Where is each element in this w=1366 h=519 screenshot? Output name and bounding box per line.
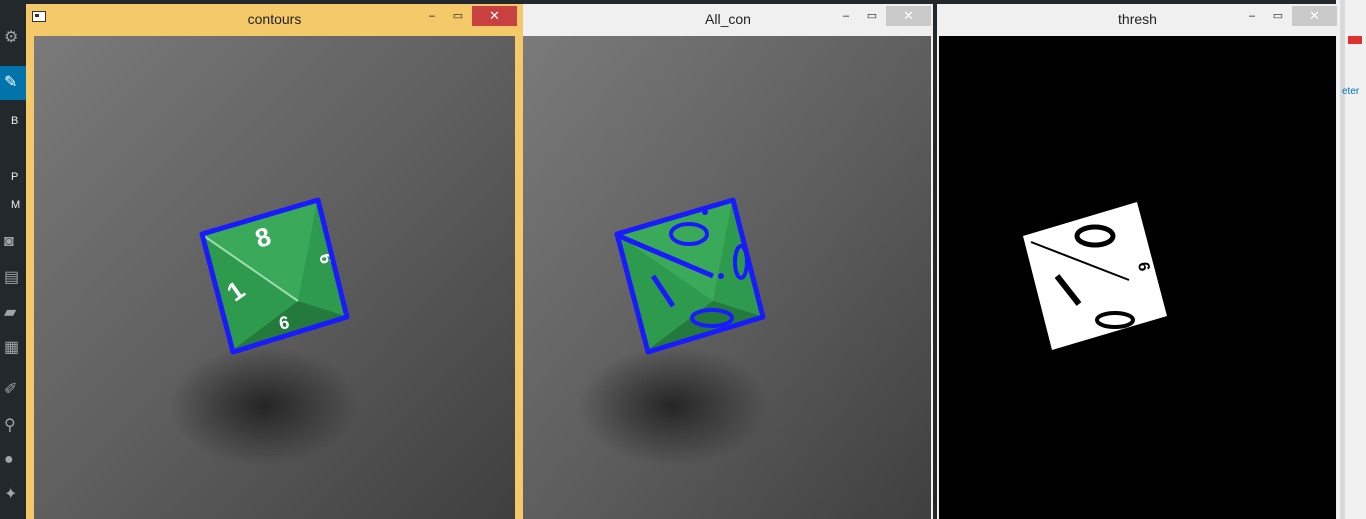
contours-image: 8 1 6 6 bbox=[34, 36, 515, 519]
minimize-icon[interactable]: ‒ bbox=[834, 6, 858, 26]
close-icon[interactable]: ✕ bbox=[472, 6, 517, 26]
window-titlebar[interactable]: thresh ‒ ▭ ✕ bbox=[937, 4, 1338, 34]
minimize-icon[interactable]: ‒ bbox=[1240, 6, 1264, 26]
maximize-icon[interactable]: ▭ bbox=[446, 6, 470, 26]
background-editor-edge: eter bbox=[1336, 0, 1366, 519]
window-titlebar[interactable]: contours ‒ ▭ ✕ bbox=[26, 4, 523, 34]
all-contours-image bbox=[523, 36, 931, 519]
form-icon[interactable]: ▦ bbox=[4, 340, 19, 356]
sidebar-item-label[interactable]: P bbox=[11, 171, 18, 183]
status-indicator bbox=[1348, 36, 1362, 44]
minimize-icon[interactable]: ‒ bbox=[420, 6, 444, 26]
close-icon[interactable]: ✕ bbox=[886, 6, 931, 26]
pages-icon[interactable]: ▤ bbox=[4, 270, 19, 286]
comment-icon[interactable]: ▰ bbox=[4, 305, 16, 321]
user-icon[interactable]: ● bbox=[4, 452, 14, 468]
close-icon[interactable]: ✕ bbox=[1292, 6, 1337, 26]
sidebar-item-label[interactable]: M bbox=[11, 199, 20, 211]
window-contours[interactable]: contours ‒ ▭ ✕ 8 1 6 6 bbox=[26, 4, 523, 519]
plugin-icon[interactable]: ⚲ bbox=[4, 418, 16, 434]
threshold-image: 6 bbox=[939, 36, 1336, 519]
sidebar-item-label[interactable]: B bbox=[11, 115, 18, 127]
pin-icon[interactable]: ✎ bbox=[4, 75, 17, 91]
maximize-icon[interactable]: ▭ bbox=[1266, 6, 1290, 26]
window-titlebar[interactable]: All_con ‒ ▭ ✕ bbox=[523, 4, 933, 34]
brush-icon[interactable]: ✐ bbox=[4, 382, 17, 398]
maximize-icon[interactable]: ▭ bbox=[860, 6, 884, 26]
window-all-con[interactable]: All_con ‒ ▭ ✕ bbox=[523, 4, 933, 519]
camera-icon[interactable]: ◙ bbox=[4, 234, 14, 250]
gear-icon[interactable]: ⚙ bbox=[4, 30, 18, 46]
tools-icon[interactable]: ✦ bbox=[4, 487, 17, 503]
window-thresh[interactable]: thresh ‒ ▭ ✕ 6 bbox=[937, 4, 1338, 519]
editor-link-fragment[interactable]: eter bbox=[1342, 86, 1359, 97]
editor-scrollbar[interactable] bbox=[1340, 0, 1345, 519]
